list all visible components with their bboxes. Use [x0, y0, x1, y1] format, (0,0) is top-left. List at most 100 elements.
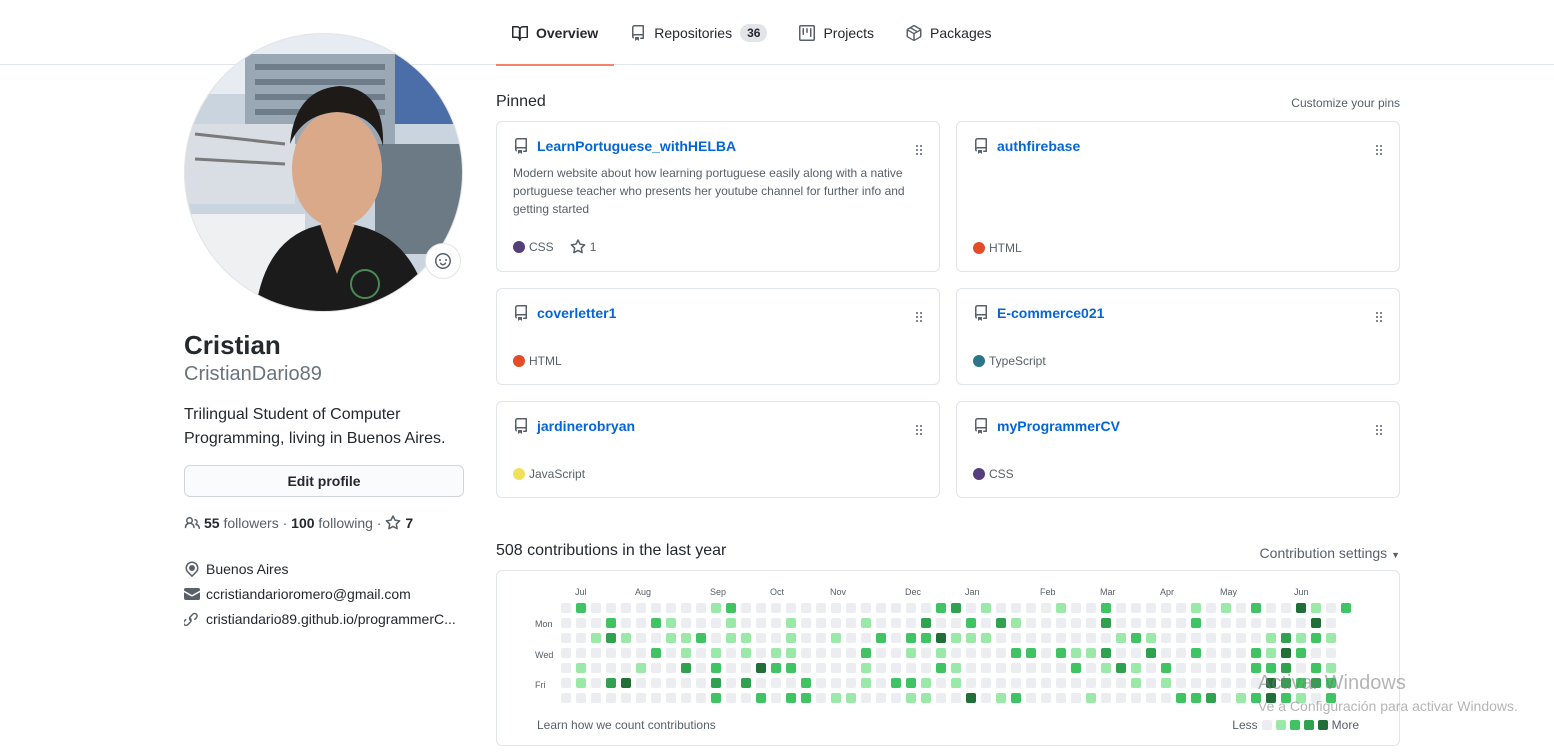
customize-pins-link[interactable]: Customize your pins: [1291, 96, 1400, 110]
contribution-day[interactable]: [786, 678, 796, 688]
contribution-day[interactable]: [636, 633, 646, 643]
contribution-day[interactable]: [591, 693, 601, 703]
contribution-day[interactable]: [951, 618, 961, 628]
contribution-day[interactable]: [756, 618, 766, 628]
stars-link[interactable]: 7: [385, 515, 413, 531]
contribution-day[interactable]: [936, 618, 946, 628]
contribution-day[interactable]: [951, 633, 961, 643]
contribution-day[interactable]: [1011, 633, 1021, 643]
contribution-day[interactable]: [741, 603, 751, 613]
contribution-day[interactable]: [1041, 648, 1051, 658]
contribution-day[interactable]: [1341, 603, 1351, 613]
contribution-day[interactable]: [741, 633, 751, 643]
contribution-day[interactable]: [801, 663, 811, 673]
contribution-day[interactable]: [1311, 633, 1321, 643]
contribution-day[interactable]: [726, 648, 736, 658]
contribution-day[interactable]: [651, 633, 661, 643]
contribution-day[interactable]: [966, 633, 976, 643]
contribution-day[interactable]: [741, 663, 751, 673]
contribution-day[interactable]: [876, 603, 886, 613]
contribution-day[interactable]: [1056, 618, 1066, 628]
contribution-day[interactable]: [681, 648, 691, 658]
contribution-day[interactable]: [651, 678, 661, 688]
contribution-day[interactable]: [1101, 618, 1111, 628]
contribution-day[interactable]: [1161, 603, 1171, 613]
tab-repositories[interactable]: Repositories 36: [614, 0, 783, 65]
contribution-day[interactable]: [1311, 648, 1321, 658]
contribution-day[interactable]: [876, 663, 886, 673]
contribution-day[interactable]: [1266, 648, 1276, 658]
contribution-day[interactable]: [1086, 693, 1096, 703]
contribution-day[interactable]: [1116, 633, 1126, 643]
contribution-day[interactable]: [606, 693, 616, 703]
contribution-day[interactable]: [1131, 618, 1141, 628]
contribution-day[interactable]: [591, 663, 601, 673]
contribution-day[interactable]: [636, 663, 646, 673]
contribution-day[interactable]: [1161, 648, 1171, 658]
contribution-day[interactable]: [741, 678, 751, 688]
grabber-icon[interactable]: [1375, 144, 1383, 156]
contribution-day[interactable]: [1011, 648, 1021, 658]
contribution-day[interactable]: [861, 618, 871, 628]
contribution-day[interactable]: [1191, 693, 1201, 703]
contribution-day[interactable]: [681, 633, 691, 643]
contribution-day[interactable]: [1071, 678, 1081, 688]
contribution-day[interactable]: [1026, 603, 1036, 613]
contribution-day[interactable]: [1086, 678, 1096, 688]
contribution-day[interactable]: [921, 678, 931, 688]
contribution-day[interactable]: [786, 633, 796, 643]
contribution-day[interactable]: [606, 648, 616, 658]
contribution-day[interactable]: [786, 603, 796, 613]
contribution-day[interactable]: [771, 693, 781, 703]
contribution-day[interactable]: [981, 648, 991, 658]
contribution-day[interactable]: [651, 618, 661, 628]
contribution-day[interactable]: [1206, 693, 1216, 703]
contribution-day[interactable]: [1161, 663, 1171, 673]
contribution-day[interactable]: [1191, 603, 1201, 613]
contribution-day[interactable]: [1131, 603, 1141, 613]
contribution-day[interactable]: [1101, 693, 1111, 703]
contribution-day[interactable]: [606, 678, 616, 688]
contribution-day[interactable]: [1326, 633, 1336, 643]
contribution-day[interactable]: [1086, 603, 1096, 613]
contribution-day[interactable]: [1116, 663, 1126, 673]
contribution-day[interactable]: [741, 693, 751, 703]
contribution-day[interactable]: [1221, 633, 1231, 643]
contribution-day[interactable]: [1011, 618, 1021, 628]
contribution-day[interactable]: [711, 648, 721, 658]
repo-name-link[interactable]: coverletter1: [537, 305, 616, 321]
contribution-day[interactable]: [1071, 633, 1081, 643]
contribution-day[interactable]: [1146, 603, 1156, 613]
contribution-day[interactable]: [1041, 633, 1051, 643]
contribution-day[interactable]: [1221, 693, 1231, 703]
contribution-day[interactable]: [801, 603, 811, 613]
contribution-day[interactable]: [1221, 678, 1231, 688]
contribution-day[interactable]: [561, 618, 571, 628]
contribution-day[interactable]: [711, 678, 721, 688]
contribution-day[interactable]: [1101, 678, 1111, 688]
contribution-day[interactable]: [846, 603, 856, 613]
contribution-day[interactable]: [1131, 633, 1141, 643]
contribution-day[interactable]: [951, 663, 961, 673]
contribution-day[interactable]: [891, 693, 901, 703]
contribution-day[interactable]: [1326, 603, 1336, 613]
contribution-day[interactable]: [576, 618, 586, 628]
contribution-day[interactable]: [561, 633, 571, 643]
contribution-day[interactable]: [861, 663, 871, 673]
contribution-day[interactable]: [1146, 678, 1156, 688]
contribution-day[interactable]: [1206, 618, 1216, 628]
contribution-day[interactable]: [681, 663, 691, 673]
contribution-day[interactable]: [1116, 648, 1126, 658]
contribution-day[interactable]: [726, 633, 736, 643]
contribution-day[interactable]: [996, 633, 1006, 643]
contribution-day[interactable]: [1311, 618, 1321, 628]
contribution-day[interactable]: [1191, 678, 1201, 688]
website-item[interactable]: cristiandario89.github.io/programmerC...: [184, 606, 456, 631]
grabber-icon[interactable]: [1375, 311, 1383, 323]
contribution-day[interactable]: [996, 693, 1006, 703]
grabber-icon[interactable]: [915, 144, 923, 156]
contribution-day[interactable]: [1176, 678, 1186, 688]
contribution-day[interactable]: [756, 678, 766, 688]
contribution-day[interactable]: [981, 633, 991, 643]
contribution-day[interactable]: [1131, 663, 1141, 673]
